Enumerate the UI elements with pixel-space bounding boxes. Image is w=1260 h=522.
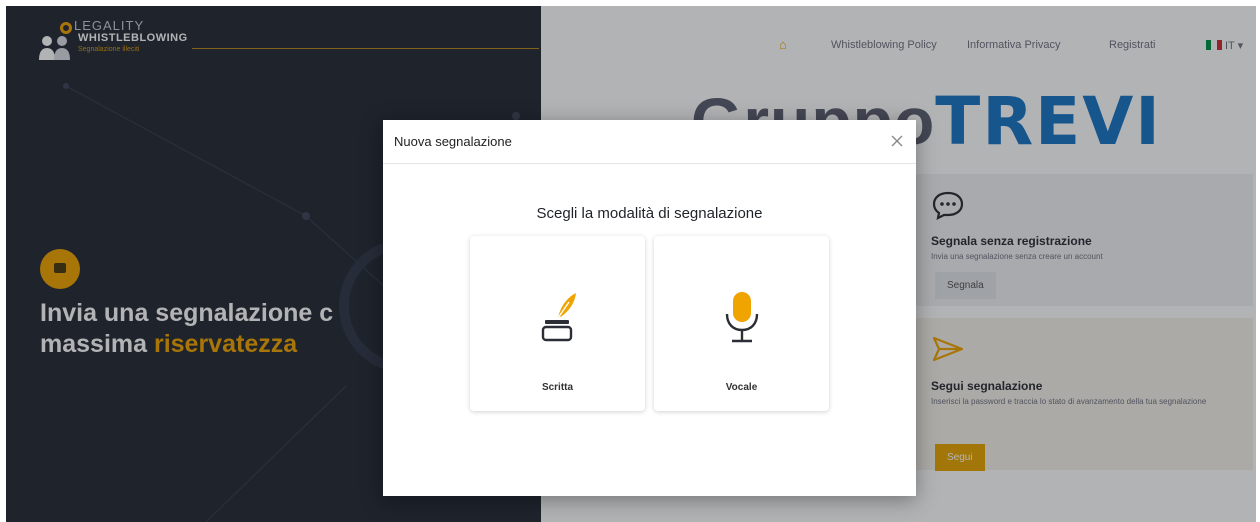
close-icon[interactable] xyxy=(886,130,908,152)
option-written[interactable]: Scritta xyxy=(470,236,645,411)
modal-title: Nuova segnalazione xyxy=(394,134,512,149)
new-report-modal: Nuova segnalazione Scegli la modalità di… xyxy=(383,120,916,496)
option-label: Scritta xyxy=(541,382,574,393)
option-label: Vocale xyxy=(725,382,758,393)
modal-heading: Scegli la modalità di segnalazione xyxy=(536,205,763,222)
microphone-icon xyxy=(725,292,759,343)
option-voice[interactable]: Vocale xyxy=(654,236,829,411)
modal-header: Nuova segnalazione xyxy=(383,120,916,164)
quill-inkpot-icon xyxy=(541,293,576,342)
